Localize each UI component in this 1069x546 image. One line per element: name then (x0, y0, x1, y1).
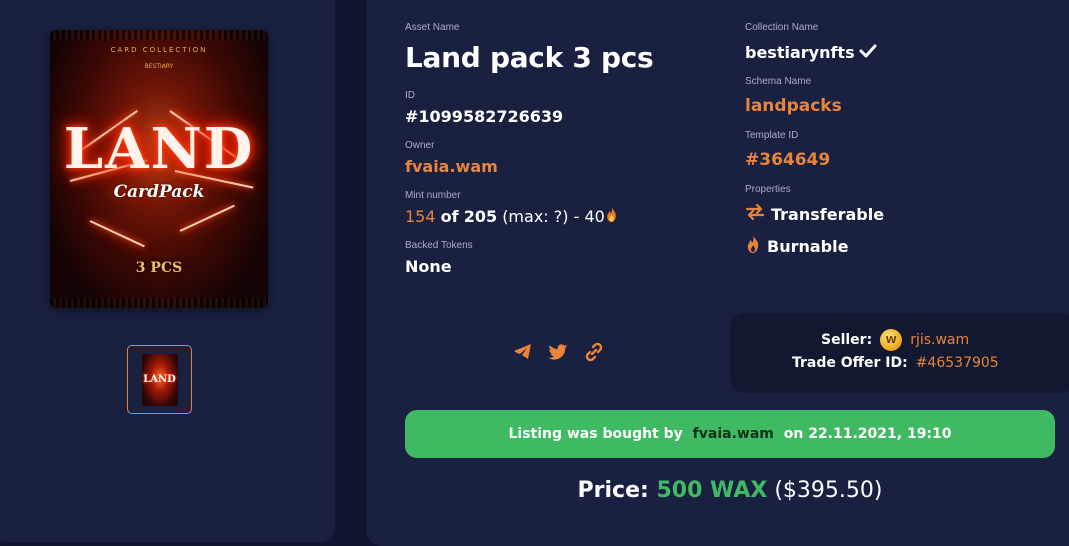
details-panel (366, 0, 1069, 546)
asset-id: #1099582726639 (405, 107, 564, 126)
mint-number-label: Mint number (405, 190, 461, 201)
lightning-bolt (179, 204, 235, 232)
telegram-icon (514, 344, 531, 359)
telegram-share-button[interactable] (512, 341, 534, 363)
pack-count: 3 PCS (135, 260, 183, 276)
price-label: Price: (577, 478, 657, 503)
image-thumbnail[interactable]: LAND (127, 345, 192, 414)
listing-status-bar: Listing was bought by fvaia.wam on 22.11… (405, 410, 1055, 458)
thumbnail-image: LAND (141, 353, 178, 406)
status-prefix: Listing was bought by (508, 426, 688, 442)
asset-id-label: ID (405, 90, 415, 101)
pack-crease-bottom (50, 298, 268, 308)
mint-of: of (440, 207, 459, 226)
price-line: Price: 500 WAX ($395.50) (405, 478, 1055, 503)
collection-name-link[interactable]: bestiarynfts (745, 43, 855, 62)
asset-name-label: Asset Name (405, 22, 460, 33)
fire-icon (605, 207, 618, 226)
verified-check-icon (859, 43, 877, 62)
collection-name-label: Collection Name (745, 22, 819, 33)
schema-name-link[interactable]: landpacks (745, 96, 842, 116)
owner-label: Owner (405, 140, 435, 151)
seller-label: Seller: (821, 332, 873, 348)
trade-offer-line: Trade Offer ID: #46537905 (792, 355, 999, 371)
pack-subtitle: CardPack (113, 182, 205, 202)
mint-number-value: 154 (405, 207, 436, 226)
transfer-arrows-icon (745, 203, 765, 224)
template-id-link[interactable]: #364649 (745, 150, 830, 170)
owner-link[interactable]: fvaia.wam (405, 157, 498, 176)
buyer-link[interactable]: fvaia.wam (693, 426, 774, 442)
pack-caption: CARD COLLECTION (110, 46, 208, 54)
price-usd: ($395.50) (774, 478, 883, 503)
backed-tokens: None (405, 257, 452, 276)
asset-name: Land pack 3 pcs (405, 41, 654, 74)
burnable-text: Burnable (767, 236, 849, 256)
mint-total: 205 (463, 207, 498, 226)
transferable-text: Transferable (771, 204, 885, 224)
pack-title: LAND (63, 116, 255, 182)
copy-link-button[interactable] (583, 341, 605, 363)
pack-crease-top (50, 30, 268, 40)
property-burnable: Burnable (745, 235, 848, 257)
wax-coin-icon: W (880, 329, 903, 351)
twitter-icon (548, 343, 568, 360)
template-id-label: Template ID (745, 130, 799, 141)
price-amount: 500 WAX (656, 478, 768, 503)
pack-subcaption: BESTIARY (144, 63, 174, 70)
backed-tokens-label: Backed Tokens (405, 240, 473, 251)
seller-line: Seller: W rjis.wam (821, 329, 969, 351)
trade-offer-link[interactable]: #46537905 (916, 355, 999, 371)
seller-link[interactable]: rjis.wam (910, 332, 969, 348)
lightning-bolt (89, 220, 145, 248)
collection-name[interactable]: bestiarynfts (745, 43, 877, 62)
fire-icon (745, 235, 761, 257)
asset-image[interactable]: CARD COLLECTION BESTIARY LAND CardPack 3… (50, 30, 268, 308)
properties-label: Properties (745, 184, 791, 195)
twitter-share-button[interactable] (547, 341, 569, 363)
trade-offer-label: Trade Offer ID: (792, 355, 908, 371)
mint-number: 154 of 205 (max: ?) - 40 (405, 207, 618, 226)
property-transferable: Transferable (745, 203, 885, 224)
status-suffix: on 22.11.2021, 19:10 (778, 426, 952, 442)
mint-max: (max: ?) - 40 (502, 207, 605, 226)
schema-name-label: Schema Name (745, 76, 812, 87)
seller-info-box (730, 313, 1069, 393)
link-icon (585, 342, 603, 362)
